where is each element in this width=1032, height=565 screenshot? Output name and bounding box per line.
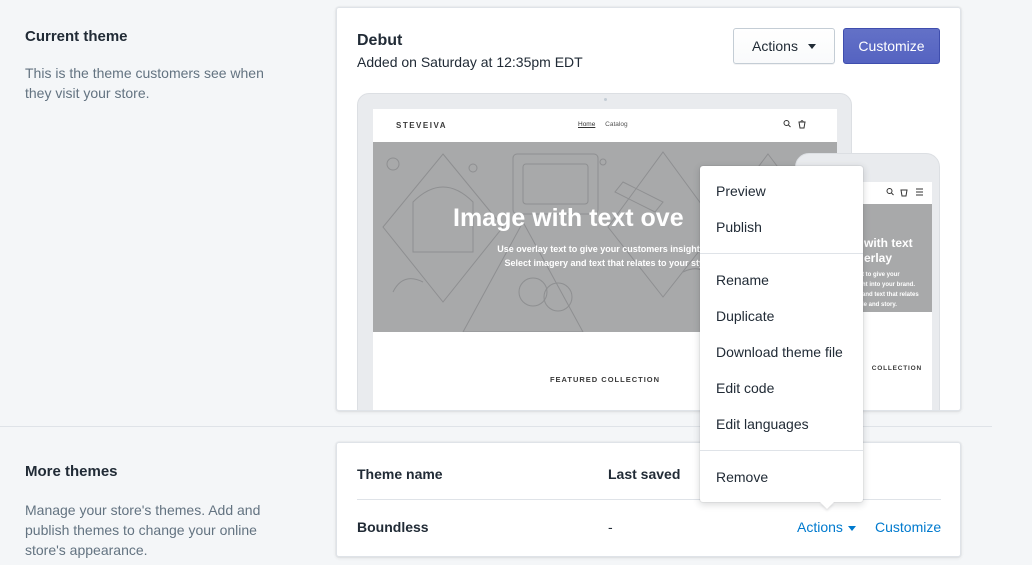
mobile-header-icons bbox=[886, 187, 926, 199]
row-last-saved: - bbox=[608, 519, 613, 535]
mobile-hero-subtitle: t to give your ht into your brand. and t… bbox=[862, 270, 919, 310]
row-actions-label: Actions bbox=[797, 519, 843, 535]
more-themes-card: Theme name Last saved Boundless - Action… bbox=[336, 442, 961, 557]
theme-added-date: Added on Saturday at 12:35pm EDT bbox=[357, 54, 583, 70]
store-header: STEVEIVA Home Catalog bbox=[373, 109, 837, 142]
menu-item-publish[interactable]: Publish bbox=[716, 219, 762, 235]
mobile-hero-title-line-1: with text bbox=[864, 236, 913, 250]
current-theme-annotation: Current theme This is the theme customer… bbox=[25, 28, 285, 103]
menu-separator bbox=[700, 450, 863, 451]
menu-item-duplicate[interactable]: Duplicate bbox=[716, 308, 774, 324]
customize-button[interactable]: Customize bbox=[843, 28, 940, 64]
menu-item-download-theme-file[interactable]: Download theme file bbox=[716, 344, 843, 360]
store-nav: Home Catalog bbox=[578, 121, 636, 128]
menu-item-edit-code[interactable]: Edit code bbox=[716, 380, 774, 396]
mobile-hero-subtitle-line-1: t to give your bbox=[862, 272, 900, 278]
current-theme-description: This is the theme customers see when the… bbox=[25, 65, 264, 101]
current-theme-card: Debut Added on Saturday at 12:35pm EDT A… bbox=[336, 7, 961, 411]
caret-down-icon bbox=[847, 525, 856, 531]
row-customize-link[interactable]: Customize bbox=[875, 519, 941, 535]
mobile-hero-subtitle-line-4: le and story. bbox=[862, 302, 897, 308]
theme-name: Debut bbox=[357, 32, 403, 49]
caret-down-icon bbox=[807, 43, 816, 49]
mobile-hero-title: with text erlay bbox=[864, 236, 913, 266]
column-header-theme-name: Theme name bbox=[357, 466, 443, 482]
search-cart-menu-icons bbox=[886, 188, 923, 197]
hero-title: Image with text ove bbox=[453, 204, 684, 232]
more-themes-description: Manage your store's themes. Add and publ… bbox=[25, 502, 261, 558]
current-theme-heading: Current theme bbox=[25, 28, 128, 45]
store-header-icons bbox=[783, 119, 807, 131]
column-header-last-saved: Last saved bbox=[608, 466, 681, 482]
mobile-hero-title-line-2: erlay bbox=[864, 251, 893, 265]
menu-separator bbox=[700, 253, 863, 254]
row-theme-name: Boundless bbox=[357, 519, 429, 535]
mobile-hero-subtitle-line-2: ht into your brand. bbox=[862, 282, 915, 288]
menu-item-edit-languages[interactable]: Edit languages bbox=[716, 416, 809, 432]
store-brand: STEVEIVA bbox=[396, 121, 447, 130]
more-themes-annotation: More themes Manage your store's themes. … bbox=[25, 463, 285, 560]
actions-button-label: Actions bbox=[752, 38, 798, 54]
menu-item-rename[interactable]: Rename bbox=[716, 272, 769, 288]
row-actions-link[interactable]: Actions bbox=[797, 519, 856, 535]
more-themes-heading: More themes bbox=[25, 463, 118, 480]
camera-dot bbox=[604, 98, 607, 101]
mobile-hero-subtitle-line-3: and text that relates bbox=[862, 292, 919, 298]
store-nav-catalog: Catalog bbox=[605, 121, 628, 128]
search-cart-icons bbox=[783, 120, 806, 129]
actions-button[interactable]: Actions bbox=[733, 28, 835, 64]
menu-item-remove[interactable]: Remove bbox=[716, 469, 768, 485]
store-nav-home: Home bbox=[578, 121, 596, 128]
actions-menu-popover: Preview Publish Rename Duplicate Downloa… bbox=[700, 166, 863, 502]
menu-item-preview[interactable]: Preview bbox=[716, 183, 766, 199]
